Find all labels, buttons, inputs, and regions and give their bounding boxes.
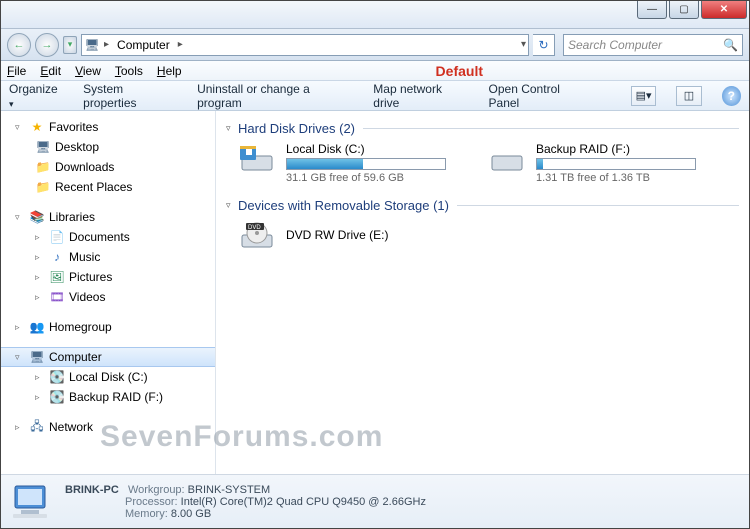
uninstall-button[interactable]: Uninstall or change a program (197, 82, 353, 110)
open-control-panel-button[interactable]: Open Control Panel (489, 82, 591, 110)
memory-label: Memory: (125, 508, 168, 520)
forward-button[interactable]: → (35, 33, 59, 57)
system-properties-button[interactable]: System properties (83, 82, 177, 110)
sidebar-documents[interactable]: ▹📄Documents (1, 227, 215, 247)
workgroup-label: Workgroup: (128, 484, 185, 496)
help-button[interactable]: ? (722, 86, 741, 106)
group-line (363, 128, 739, 129)
sidebar-pictures[interactable]: ▹🖼Pictures (1, 267, 215, 287)
title-bar: — ▢ ✕ (1, 1, 749, 29)
organize-button[interactable]: Organize (9, 82, 63, 110)
group-hard-disk-drives[interactable]: ▿ Hard Disk Drives (2) (226, 121, 739, 136)
search-box[interactable]: Search Computer 🔍 (563, 34, 743, 56)
star-icon: ★ (29, 119, 45, 135)
sidebar-favorites[interactable]: ▿★Favorites (1, 117, 215, 137)
memory-value: 8.00 GB (171, 508, 211, 520)
processor-value: Intel(R) Core(TM)2 Quad CPU Q9450 @ 2.66… (181, 496, 426, 508)
drive-backup-raid-f[interactable]: Backup RAID (F:) 1.31 TB free of 1.36 TB (490, 142, 710, 184)
sidebar-local-disk-c[interactable]: ▹💽Local Disk (C:) (1, 367, 215, 387)
preview-pane-button[interactable]: ◫ (676, 86, 701, 106)
sidebar-recent[interactable]: 📁Recent Places (1, 177, 215, 197)
menu-file[interactable]: File (7, 64, 26, 78)
group-label: Hard Disk Drives (2) (238, 121, 355, 136)
usage-bar (286, 158, 446, 170)
drive-name: Local Disk (C:) (286, 142, 460, 156)
svg-text:DVD: DVD (248, 225, 261, 231)
drive-local-disk-c[interactable]: Local Disk (C:) 31.1 GB free of 59.6 GB (240, 142, 460, 184)
homegroup-icon: 👥 (29, 319, 45, 335)
group-removable-storage[interactable]: ▿ Devices with Removable Storage (1) (226, 198, 739, 213)
maximize-button[interactable]: ▢ (669, 1, 699, 19)
recent-icon: 📁 (35, 179, 51, 195)
free-space-text: 31.1 GB free of 59.6 GB (286, 172, 460, 184)
videos-icon: 🎞 (49, 289, 65, 305)
menu-help[interactable]: Help (157, 64, 182, 78)
libraries-icon: 📚 (29, 209, 45, 225)
computer-icon: 🖥 (84, 37, 100, 53)
documents-icon: 📄 (49, 229, 65, 245)
change-view-button[interactable]: ▤▾ (631, 86, 656, 106)
group-label: Devices with Removable Storage (1) (238, 198, 449, 213)
back-button[interactable]: ← (7, 33, 31, 57)
hdd-icon (240, 142, 278, 176)
drive-icon: 💽 (49, 369, 65, 385)
drive-icon: 💽 (49, 389, 65, 405)
collapse-icon[interactable]: ▿ (226, 200, 238, 211)
sidebar-desktop[interactable]: 🖥Desktop (1, 137, 215, 157)
explorer-window: — ▢ ✕ ← → ▾ 🖥 ▸ Computer ▸ ▾ ↻ Search Co… (0, 0, 750, 529)
map-drive-button[interactable]: Map network drive (373, 82, 468, 110)
history-dropdown[interactable]: ▾ (63, 36, 77, 54)
pictures-icon: 🖼 (49, 269, 65, 285)
menu-view[interactable]: View (75, 64, 101, 78)
sidebar-network[interactable]: ▹🖧Network (1, 417, 215, 437)
content-view: ▿ Hard Disk Drives (2) Local Disk (C:) 3… (216, 111, 749, 474)
nav-bar: ← → ▾ 🖥 ▸ Computer ▸ ▾ ↻ Search Computer… (1, 29, 749, 61)
sidebar-libraries[interactable]: ▿📚Libraries (1, 207, 215, 227)
sidebar-homegroup[interactable]: ▹👥Homegroup (1, 317, 215, 337)
address-bar[interactable]: 🖥 ▸ Computer ▸ ▾ (81, 34, 529, 56)
music-icon: ♪ (49, 249, 65, 265)
sidebar-downloads[interactable]: 📁Downloads (1, 157, 215, 177)
sidebar-music[interactable]: ▹♪Music (1, 247, 215, 267)
minimize-button[interactable]: — (637, 1, 667, 19)
computer-icon: 🖥 (29, 349, 45, 365)
menu-edit[interactable]: Edit (40, 64, 61, 78)
breadcrumb-sep: ▸ (104, 39, 109, 50)
network-icon: 🖧 (29, 419, 45, 435)
desktop-icon: 🖥 (35, 139, 51, 155)
hdd-icon (490, 142, 528, 176)
folder-icon: 📁 (35, 159, 51, 175)
menu-bar: File Edit View Tools Help Default (1, 61, 749, 81)
main-pane: ▿★Favorites 🖥Desktop 📁Downloads 📁Recent … (1, 111, 749, 474)
sidebar-videos[interactable]: ▹🎞Videos (1, 287, 215, 307)
workgroup-value: BRINK-SYSTEM (188, 484, 271, 496)
computer-name: BRINK-PC (65, 484, 119, 496)
sidebar-backup-raid-f[interactable]: ▹💽Backup RAID (F:) (1, 387, 215, 407)
command-bar: Organize System properties Uninstall or … (1, 81, 749, 111)
sidebar-computer[interactable]: ▿🖥Computer (1, 347, 215, 367)
breadcrumb-computer[interactable]: Computer (113, 38, 174, 52)
drive-dvd-rw-e[interactable]: DVD DVD RW Drive (E:) (240, 219, 460, 253)
drive-name: Backup RAID (F:) (536, 142, 710, 156)
refresh-button[interactable]: ↻ (533, 34, 555, 56)
computer-large-icon (11, 482, 55, 522)
usage-bar (536, 158, 696, 170)
processor-label: Processor: (125, 496, 178, 508)
dvd-icon: DVD (240, 219, 278, 253)
navigation-tree: ▿★Favorites 🖥Desktop 📁Downloads 📁Recent … (1, 111, 216, 474)
group-line (457, 205, 739, 206)
menu-tools[interactable]: Tools (115, 64, 143, 78)
breadcrumb-sep[interactable]: ▸ (178, 39, 183, 50)
search-icon: 🔍 (723, 38, 738, 52)
search-placeholder: Search Computer (568, 38, 662, 52)
details-pane: BRINK-PC Workgroup: BRINK-SYSTEM Process… (1, 474, 749, 528)
annotation-default: Default (436, 63, 483, 79)
drive-name: DVD RW Drive (E:) (286, 228, 388, 242)
address-dropdown[interactable]: ▾ (521, 39, 526, 50)
collapse-icon[interactable]: ▿ (226, 123, 238, 134)
close-button[interactable]: ✕ (701, 1, 747, 19)
free-space-text: 1.31 TB free of 1.36 TB (536, 172, 710, 184)
